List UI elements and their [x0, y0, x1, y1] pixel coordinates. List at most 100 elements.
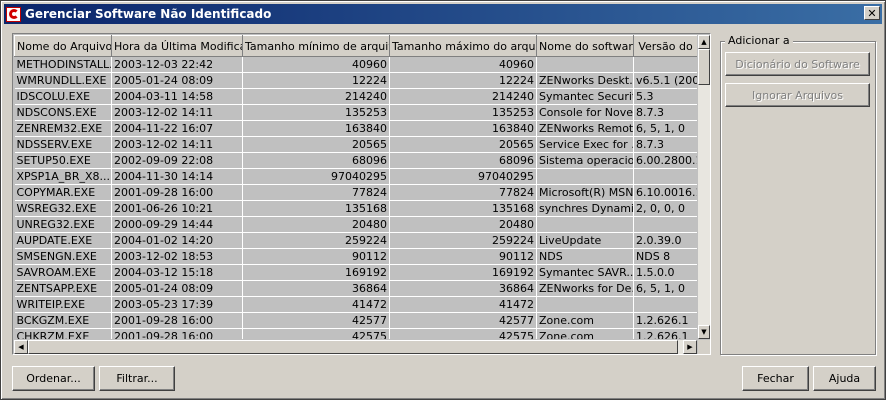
table-cell: Symantec SAVR... [536, 264, 634, 281]
table-cell: 5.3 [633, 88, 697, 105]
table-body: METHODINSTALL... 2003-12-03 22:42 40960 409… [14, 56, 697, 339]
filter-button[interactable]: Filtrar... [99, 366, 175, 391]
table-row[interactable]: WMRUNDLL.EXE 2005-01-24 08:09 12224 12224 ZE… [14, 72, 697, 89]
table-cell: 20480 [242, 216, 390, 233]
table-cell: 2003-05-23 17:39 [111, 296, 243, 313]
table-cell: 163840 [242, 120, 390, 137]
table-cell: 2004-03-12 15:18 [111, 264, 243, 281]
close-icon: ✕ [867, 6, 877, 20]
table-cell: 12224 [242, 72, 390, 89]
table-cell: 97040295 [242, 168, 390, 185]
table-cell: 8.7.3 [633, 104, 697, 121]
vertical-scrollbar[interactable]: ▲ ▼ [698, 35, 710, 339]
horizontal-scroll-thumb[interactable] [28, 340, 678, 354]
horizontal-scrollbar[interactable]: ◀ ▶ [14, 340, 697, 354]
table-cell [633, 56, 697, 73]
table-row[interactable]: AUPDATE.EXE 2004-01-02 14:20 259224 259224 L… [14, 232, 697, 249]
table-cell: 2.0.39.0 [633, 232, 697, 249]
table-cell: 2005-01-24 08:09 [111, 280, 243, 297]
dialog-window: Gerenciar Software Não Identificado ✕ No… [0, 0, 886, 400]
table-cell: 2004-11-30 14:14 [111, 168, 243, 185]
table-cell: Service Exec for ... [536, 136, 634, 153]
table-cell: 6.10.0016.1 [633, 184, 697, 201]
arrow-right-icon: ▶ [687, 343, 693, 351]
table-cell: LiveUpdate [536, 232, 634, 249]
column-header[interactable]: Tamanho máximo do arquivo [389, 35, 537, 57]
title-bar[interactable]: Gerenciar Software Não Identificado ✕ [4, 4, 882, 24]
table-row[interactable]: WRITEIP.EXE 2003-05-23 17:39 41472 41472 [14, 296, 697, 313]
table-cell [536, 56, 634, 73]
table-row[interactable]: BCKGZM.EXE 2001-09-28 16:00 42577 42577 Zone… [14, 312, 697, 329]
table-cell: 2002-09-09 22:08 [111, 152, 243, 169]
table-cell: NDSSERV.EXE [14, 136, 112, 153]
table-cell: 135168 [389, 200, 537, 217]
table-cell: synchres Dynami... [536, 200, 634, 217]
table-cell [633, 168, 697, 185]
table-row[interactable]: COPYMAR.EXE 2001-09-28 16:00 77824 77824 Mic… [14, 184, 697, 201]
table-row[interactable]: UNREG32.EXE 2000-09-29 14:44 20480 20480 [14, 216, 697, 233]
scroll-right-button[interactable]: ▶ [683, 340, 697, 354]
column-header[interactable]: Versão do [633, 35, 697, 57]
table-row[interactable]: XPSP1A_BR_X8... 2004-11-30 14:14 97040295 9… [14, 168, 697, 185]
add-to-dictionary-button[interactable]: Dicionário do Software [725, 52, 870, 76]
table-cell: 214240 [389, 88, 537, 105]
scroll-left-button[interactable]: ◀ [14, 340, 28, 354]
column-header[interactable]: Nome do Arquivo [14, 35, 112, 57]
table-row[interactable]: ZENREM32.EXE 2004-11-22 16:07 163840 163840… [14, 120, 697, 137]
table-cell: WSREG32.EXE [14, 200, 112, 217]
table-row[interactable]: METHODINSTALL... 2003-12-03 22:42 40960 409… [14, 56, 697, 73]
table-cell: 135168 [242, 200, 390, 217]
table-cell: ZENREM32.EXE [14, 120, 112, 137]
close-window-button[interactable]: ✕ [864, 6, 880, 20]
column-header[interactable]: Hora da Última Modifica... [111, 35, 243, 57]
column-header[interactable]: Tamanho mínimo de arquivo [242, 35, 390, 57]
table-row[interactable]: CHKRZM.EXE 2001-09-28 16:00 42575 42575 Zone… [14, 328, 697, 339]
sort-button[interactable]: Ordenar... [12, 366, 95, 391]
table-cell: 12224 [389, 72, 537, 89]
table-row[interactable]: NDSCONS.EXE 2003-12-02 14:11 135253 135253 C… [14, 104, 697, 121]
table-cell: UNREG32.EXE [14, 216, 112, 233]
table-row[interactable]: SMSENGN.EXE 2003-12-02 18:53 90112 90112 NDS… [14, 248, 697, 265]
table-cell: 2001-09-28 16:00 [111, 312, 243, 329]
table-cell: 77824 [389, 184, 537, 201]
table-cell: 41472 [389, 296, 537, 313]
table-cell: 97040295 [389, 168, 537, 185]
ignore-files-button[interactable]: Ignorar Arquivos [725, 83, 870, 107]
table-cell [633, 216, 697, 233]
vertical-scroll-thumb[interactable] [698, 49, 710, 85]
table-viewport: Nome do ArquivoHora da Última Modifica..… [14, 35, 697, 339]
table-cell: 2003-12-02 18:53 [111, 248, 243, 265]
help-button[interactable]: Ajuda [813, 366, 876, 391]
table-cell: 2004-01-02 14:20 [111, 232, 243, 249]
table-cell: Zone.com [536, 312, 634, 329]
table-cell: 2003-12-02 14:11 [111, 136, 243, 153]
table-cell: 68096 [389, 152, 537, 169]
scroll-up-button[interactable]: ▲ [698, 35, 710, 49]
table-cell: 214240 [242, 88, 390, 105]
table-cell: SAVROAM.EXE [14, 264, 112, 281]
table-cell [536, 168, 634, 185]
table-row[interactable]: NDSSERV.EXE 2003-12-02 14:11 20565 20565 Ser… [14, 136, 697, 153]
table-cell: 2000-09-29 14:44 [111, 216, 243, 233]
arrow-down-icon: ▼ [701, 328, 707, 336]
column-header[interactable]: Nome do software [536, 35, 634, 57]
table-cell: 8.7.3 [633, 136, 697, 153]
scroll-down-button[interactable]: ▼ [698, 325, 710, 339]
table-cell: 2003-12-03 22:42 [111, 56, 243, 73]
table-cell: 2005-01-24 08:09 [111, 72, 243, 89]
table-row[interactable]: SAVROAM.EXE 2004-03-12 15:18 169192 169192 S… [14, 264, 697, 281]
table-cell: NDS [536, 248, 634, 265]
table-row[interactable]: ZENTSAPP.EXE 2005-01-24 08:09 36864 36864 ZE… [14, 280, 697, 297]
table-cell: ZENworks Remot... [536, 120, 634, 137]
table-cell: 20565 [389, 136, 537, 153]
table-cell: v6.5.1 (2005 [633, 72, 697, 89]
table-row[interactable]: WSREG32.EXE 2001-06-26 10:21 135168 135168 s… [14, 200, 697, 217]
table-cell: 6.00.2800.1 [633, 152, 697, 169]
table-cell: 90112 [389, 248, 537, 265]
close-button[interactable]: Fechar [742, 366, 809, 391]
table-cell: 2001-06-26 10:21 [111, 200, 243, 217]
app-logo-icon [6, 6, 21, 22]
table-row[interactable]: IDSCOLU.EXE 2004-03-11 14:58 214240 214240 S… [14, 88, 697, 105]
table-row[interactable]: SETUP50.EXE 2002-09-09 22:08 68096 68096 Sis… [14, 152, 697, 169]
table-cell: 135253 [389, 104, 537, 121]
